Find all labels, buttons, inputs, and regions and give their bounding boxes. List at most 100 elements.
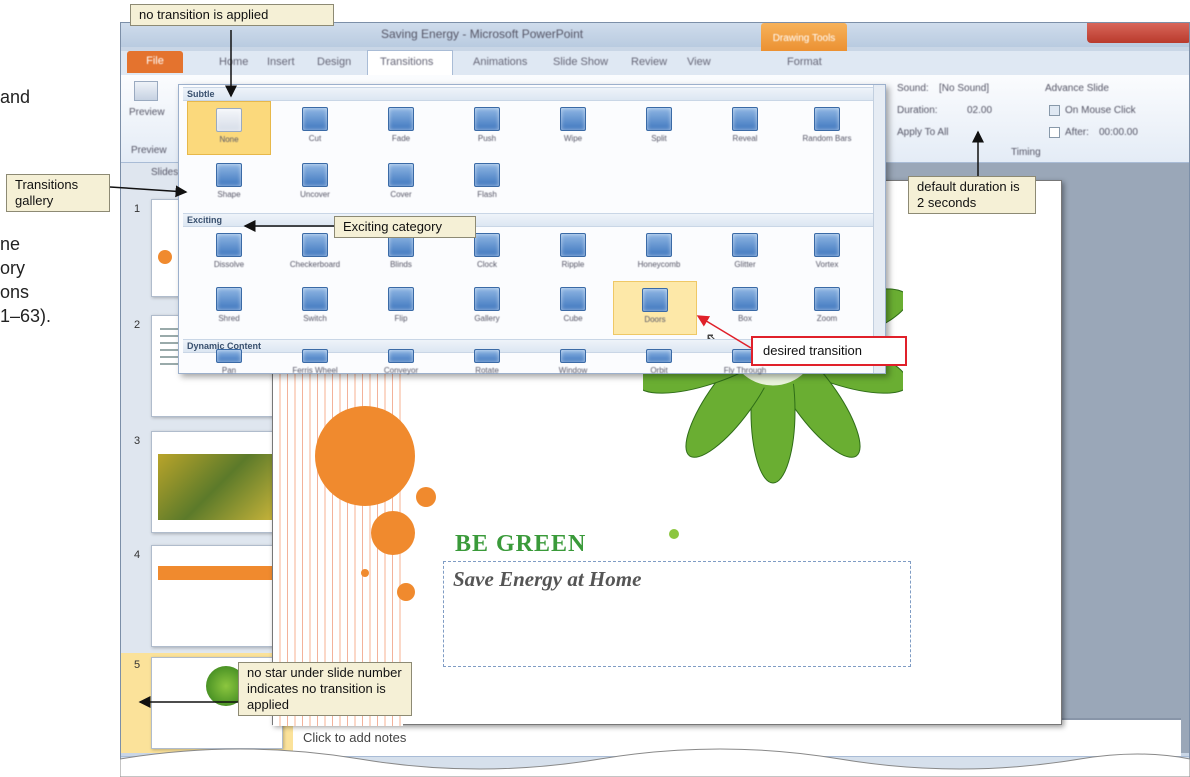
window-icon [560,349,586,363]
transition-reveal[interactable]: Reveal [703,101,787,155]
margin-text-1: and [0,87,31,107]
transition-zoom[interactable]: Zoom [785,281,869,335]
tab-review[interactable]: Review [631,56,667,68]
sound-dropdown[interactable]: [No Sound] [939,83,1009,94]
transition-label: Cut [308,134,322,143]
slide-thumbnail-3[interactable] [151,431,283,533]
transition-switch[interactable]: Switch [273,281,357,335]
on-mouse-click-checkbox[interactable] [1049,105,1060,116]
transition-pan[interactable]: Pan [187,347,271,375]
after-label: After: [1065,127,1089,138]
slide-number-3: 3 [134,435,141,447]
tab-home[interactable]: Home [219,56,248,68]
transition-conveyor[interactable]: Conveyor [359,347,443,375]
callout-transitions-gallery: Transitions gallery [6,174,110,212]
transition-random-bars[interactable]: Random Bars [785,101,869,155]
reveal-icon [732,107,758,131]
transition-shape[interactable]: Shape [187,157,271,211]
window-control-buttons[interactable] [1087,23,1189,43]
after-checkbox[interactable] [1049,127,1060,138]
transition-fade[interactable]: Fade [359,101,443,155]
tab-animations[interactable]: Animations [473,56,527,68]
transitions-gallery[interactable]: Subtle None Cut Fade Push Wipe Split Rev… [178,84,886,375]
preview-icon [134,81,158,101]
slide-thumbnail-4[interactable] [151,545,283,647]
tab-slide-show[interactable]: Slide Show [553,56,608,68]
transition-ripple[interactable]: Ripple [531,227,615,281]
gallery-scrollbar[interactable] [873,85,885,373]
transition-label: Reveal [732,134,758,143]
slide-title[interactable]: BE GREEN [455,531,586,558]
slide-circle-small [416,487,436,507]
tab-insert[interactable]: Insert [267,56,295,68]
callout-desired-transition: desired transition [751,336,907,366]
transition-gallery[interactable]: Gallery [445,281,529,335]
transition-dissolve[interactable]: Dissolve [187,227,271,281]
pan-icon [216,349,242,363]
transition-cover[interactable]: Cover [359,157,443,211]
tab-design[interactable]: Design [317,56,351,68]
tab-transitions[interactable]: Transitions [367,50,453,75]
transition-label: Box [738,314,752,323]
transition-flash[interactable]: Flash [445,157,529,211]
transition-shred[interactable]: Shred [187,281,271,335]
duration-spinner[interactable]: 02.00 [967,105,992,116]
rotate-icon [474,349,500,363]
gallery-icon [474,287,500,311]
transition-wipe[interactable]: Wipe [531,101,615,155]
tab-format[interactable]: Format [787,56,822,68]
transition-label: Rotate [475,366,499,375]
tab-view[interactable]: View [687,56,711,68]
doors-icon [642,288,668,312]
transition-doors[interactable]: Doors [613,281,697,335]
transition-label: Clock [476,260,497,269]
transition-label: Cube [563,314,583,323]
transition-window[interactable]: Window [531,347,615,375]
transition-vortex[interactable]: Vortex [785,227,869,281]
transition-uncover[interactable]: Uncover [273,157,357,211]
notes-placeholder: Click to add notes [303,730,407,745]
glitter-icon [732,233,758,257]
transition-rotate[interactable]: Rotate [445,347,529,375]
transition-split[interactable]: Split [617,101,701,155]
transition-label: Conveyor [383,366,419,375]
cover-icon [388,163,414,187]
tab-file[interactable]: File [127,51,183,73]
transition-label: Glitter [734,260,756,269]
transition-label: Doors [644,315,666,324]
transition-honeycomb[interactable]: Honeycomb [617,227,701,281]
slide-number-5: 5 [134,659,141,671]
transition-flip[interactable]: Flip [359,281,443,335]
slide-number-4: 4 [134,549,141,561]
transition-orbit[interactable]: Orbit [617,347,701,375]
apply-to-all-button[interactable]: Apply To All [897,127,949,138]
tab-file-label: File [146,55,164,67]
transition-push[interactable]: Push [445,101,529,155]
transition-glitter[interactable]: Glitter [703,227,787,281]
random-bars-icon [814,107,840,131]
transition-ferris-wheel[interactable]: Ferris Wheel [273,347,357,375]
transition-label: Ferris Wheel [292,366,338,375]
transition-label: Shape [217,190,241,199]
window-title: Saving Energy - Microsoft PowerPoint [381,27,584,41]
transition-none[interactable]: None [187,101,271,155]
transition-box[interactable]: Box [703,281,787,335]
preview-button[interactable]: Preview [129,79,165,131]
transition-label: None [219,135,239,144]
transition-label: Fly Through [723,366,767,375]
callout-no-star: no star under slide number indicates no … [238,662,412,716]
transition-label: Fade [391,134,411,143]
transition-cube[interactable]: Cube [531,281,615,335]
rotation-handle[interactable] [669,529,679,539]
push-icon [474,107,500,131]
margin-text-2: ne [0,234,21,254]
category-exciting: Exciting [183,213,873,227]
after-spinner[interactable]: 00:00.00 [1099,127,1138,138]
flip-icon [388,287,414,311]
slides-tab[interactable]: Slides [151,167,178,178]
context-tab-label: Drawing Tools [772,33,836,44]
honeycomb-icon [646,233,672,257]
slide-circle-medium [371,511,415,555]
transition-cut[interactable]: Cut [273,101,357,155]
preview-label: Preview [129,107,165,118]
